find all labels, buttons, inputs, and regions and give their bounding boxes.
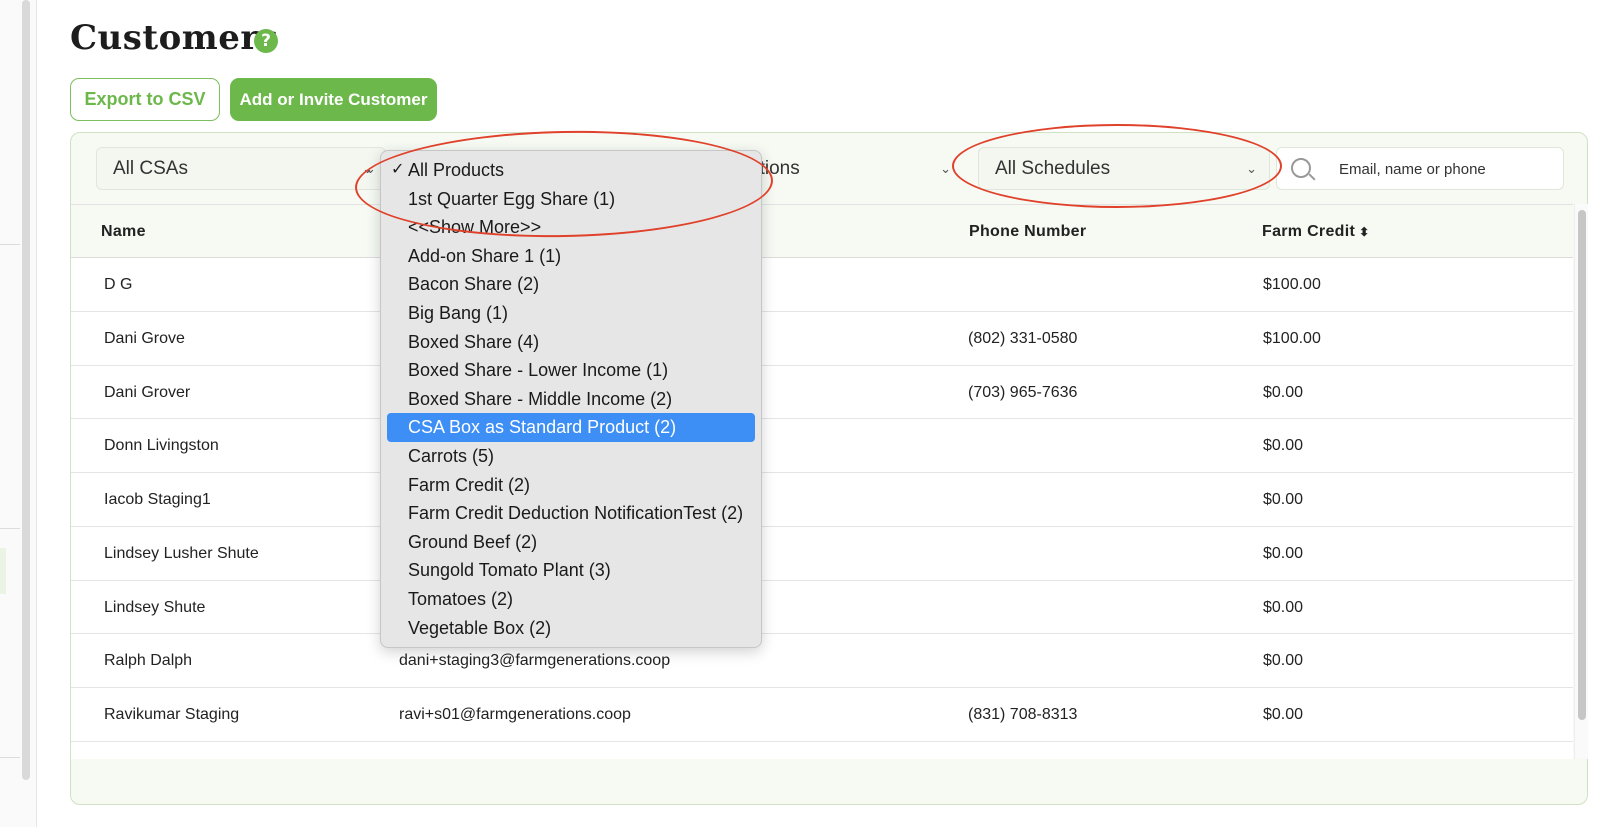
product-option-label: Bacon Share (2) bbox=[408, 274, 540, 295]
product-option[interactable]: Sungold Tomato Plant (3) bbox=[381, 556, 761, 585]
customer-name-cell: Dani Grove bbox=[104, 329, 185, 347]
customer-search-input[interactable]: Email, name or phone bbox=[1276, 147, 1564, 190]
schedules-filter-value: All Schedules bbox=[995, 158, 1111, 179]
sidebar-divider bbox=[0, 757, 20, 758]
table-row[interactable]: Iacob Staging1 $0.00 bbox=[71, 473, 1573, 527]
product-option-label: Sungold Tomato Plant (3) bbox=[408, 560, 611, 581]
table-row[interactable]: Donn Livingston $0.00 bbox=[71, 419, 1573, 473]
customer-name-cell: Donn Livingston bbox=[104, 437, 219, 455]
product-option[interactable]: Ground Beef (2) bbox=[381, 528, 761, 557]
customer-farm-credit-cell: $0.00 bbox=[1263, 491, 1304, 508]
chevron-down-icon: ⌄ bbox=[365, 161, 376, 176]
customer-farm-credit-cell: $0.00 bbox=[1263, 652, 1304, 670]
customer-name-cell: Dani Grover bbox=[104, 383, 191, 401]
product-option[interactable]: 1st Quarter Egg Share (1) bbox=[381, 185, 761, 214]
table-row[interactable]: Lindsey Lusher Shute $0.00 bbox=[71, 526, 1573, 581]
customer-name-cell: Ravikumar Staging bbox=[104, 706, 240, 723]
add-invite-customer-button[interactable]: Add or Invite Customer bbox=[230, 78, 437, 121]
product-option-label: Tomatoes (2) bbox=[408, 588, 514, 609]
show-more-option[interactable]: <<Show More>> bbox=[381, 213, 761, 242]
table-header: Name Phone Number Farm Credit ⬍ bbox=[71, 205, 1573, 258]
customer-farm-credit-cell: $0.00 bbox=[1263, 706, 1304, 723]
customer-name-cell: Lindsey Shute bbox=[104, 598, 206, 616]
customer-name-cell: Ralph Dalph bbox=[104, 652, 193, 670]
sort-icon[interactable]: ⬍ bbox=[1359, 226, 1369, 238]
sidebar-divider bbox=[0, 528, 20, 529]
question-circle-icon[interactable]: ? bbox=[254, 29, 278, 53]
product-option-label: Farm Credit Deduction NotificationTest (… bbox=[408, 503, 744, 524]
product-option[interactable]: Boxed Share (4) bbox=[381, 328, 761, 357]
product-option[interactable]: Boxed Share - Lower Income (1) bbox=[381, 356, 761, 385]
product-option-label: All Products bbox=[408, 160, 505, 180]
customer-phone-cell: (802) 331-0580 bbox=[968, 329, 1078, 347]
customers-table: Name Phone Number Farm Credit ⬍ D G $100.0… bbox=[71, 204, 1573, 759]
product-option-label: Vegetable Box (2) bbox=[408, 617, 552, 638]
customer-farm-credit-cell: $0.00 bbox=[1263, 544, 1304, 562]
product-option[interactable]: Farm Credit (2) bbox=[381, 471, 761, 500]
checkmark-icon: ✓ bbox=[391, 161, 405, 178]
farm-credit-header-label: Farm Credit bbox=[1262, 223, 1356, 240]
product-option[interactable]: Big Bang (1) bbox=[381, 299, 761, 328]
product-option[interactable]: ✓ All Products bbox=[381, 156, 761, 185]
product-option[interactable]: Add-on Share 1 (1) bbox=[381, 242, 761, 271]
customer-farm-credit-cell: $100.00 bbox=[1263, 276, 1321, 293]
customer-email-cell: ravi+s01@farmgenerations.coop bbox=[399, 706, 631, 723]
product-option-label: Big Bang (1) bbox=[408, 302, 509, 323]
csa-filter-select[interactable]: All CSAs ⌄ bbox=[96, 147, 386, 190]
product-option-label: 1st Quarter Egg Share (1) bbox=[408, 188, 616, 209]
table-row[interactable]: Ralph Dalph dani+staging3@farmgenerations… bbox=[71, 634, 1573, 688]
product-option[interactable]: Bacon Share (2) bbox=[381, 270, 761, 299]
customer-name-cell: Lindsey Lusher Shute bbox=[104, 544, 259, 562]
product-option-label: Carrots (5) bbox=[408, 445, 495, 466]
product-option[interactable]: Vegetable Box (2) bbox=[381, 614, 761, 643]
product-option-label: CSA Box as Standard Product (2) bbox=[408, 417, 677, 438]
left-sidebar-edge bbox=[0, 0, 37, 827]
table-row[interactable]: Dani Grover (703) 965-7636 $0.00 bbox=[71, 365, 1573, 420]
sidebar-divider bbox=[0, 244, 20, 245]
phone-column-header[interactable]: Phone Number bbox=[969, 205, 1086, 258]
farm-credit-column-header[interactable]: Farm Credit ⬍ bbox=[1262, 205, 1369, 258]
search-icon bbox=[1291, 158, 1311, 178]
sidebar-active-marker bbox=[0, 548, 6, 594]
sidebar-scrollbar[interactable] bbox=[22, 0, 30, 780]
product-option-label: <<Show More>> bbox=[408, 217, 542, 238]
customer-farm-credit-cell: $100.00 bbox=[1263, 329, 1321, 347]
table-scrollbar[interactable] bbox=[1574, 204, 1588, 759]
table-row[interactable]: Ravikumar Staging ravi+s01@farmgeneration… bbox=[71, 688, 1573, 742]
name-column-header[interactable]: Name bbox=[101, 205, 146, 258]
customer-phone-cell: (703) 965-7636 bbox=[968, 383, 1078, 401]
product-option[interactable]: Carrots (5) bbox=[381, 442, 761, 471]
customer-farm-credit-cell: $0.00 bbox=[1263, 437, 1304, 455]
product-option[interactable]: Boxed Share - Middle Income (2) bbox=[381, 385, 761, 414]
customer-phone-cell: (831) 708-8313 bbox=[968, 706, 1078, 723]
chevron-down-icon: ⌄ bbox=[1246, 161, 1257, 176]
export-csv-button[interactable]: Export to CSV bbox=[70, 78, 220, 121]
page-title: Customers bbox=[70, 18, 279, 58]
table-row[interactable]: Dani Grove (802) 331-0580 $100.00 bbox=[71, 311, 1573, 366]
search-placeholder: Email, name or phone bbox=[1339, 161, 1486, 178]
product-option-label: Add-on Share 1 (1) bbox=[408, 245, 562, 266]
chevron-down-icon: ⌄ bbox=[940, 161, 951, 176]
product-option-label: Ground Beef (2) bbox=[408, 531, 538, 552]
csa-filter-value: All CSAs bbox=[113, 158, 188, 179]
customer-farm-credit-cell: $0.00 bbox=[1263, 383, 1304, 401]
customer-name-cell: Iacob Staging1 bbox=[104, 491, 211, 508]
table-scrollbar-thumb[interactable] bbox=[1578, 210, 1586, 720]
customer-name-cell: D G bbox=[104, 276, 133, 293]
customer-farm-credit-cell: $0.00 bbox=[1263, 598, 1304, 616]
product-option[interactable]: CSA Box as Standard Product (2) bbox=[387, 413, 755, 442]
product-option-label: Boxed Share - Lower Income (1) bbox=[408, 360, 669, 381]
table-row[interactable]: Lindsey Shute $0.00 bbox=[71, 580, 1573, 635]
product-option-label: Boxed Share (4) bbox=[408, 331, 540, 352]
products-dropdown-menu: ✓ All Products 1st Quarter Egg Share (1) <<… bbox=[380, 150, 762, 648]
product-option-label: Boxed Share - Middle Income (2) bbox=[408, 388, 673, 409]
table-row[interactable]: D G $100.00 bbox=[71, 258, 1573, 312]
product-option[interactable]: Tomatoes (2) bbox=[381, 585, 761, 614]
product-option[interactable]: Farm Credit Deduction NotificationTest (… bbox=[381, 499, 761, 528]
schedules-filter-select[interactable]: All Schedules ⌄ bbox=[978, 147, 1270, 190]
product-option-label: Farm Credit (2) bbox=[408, 474, 531, 495]
